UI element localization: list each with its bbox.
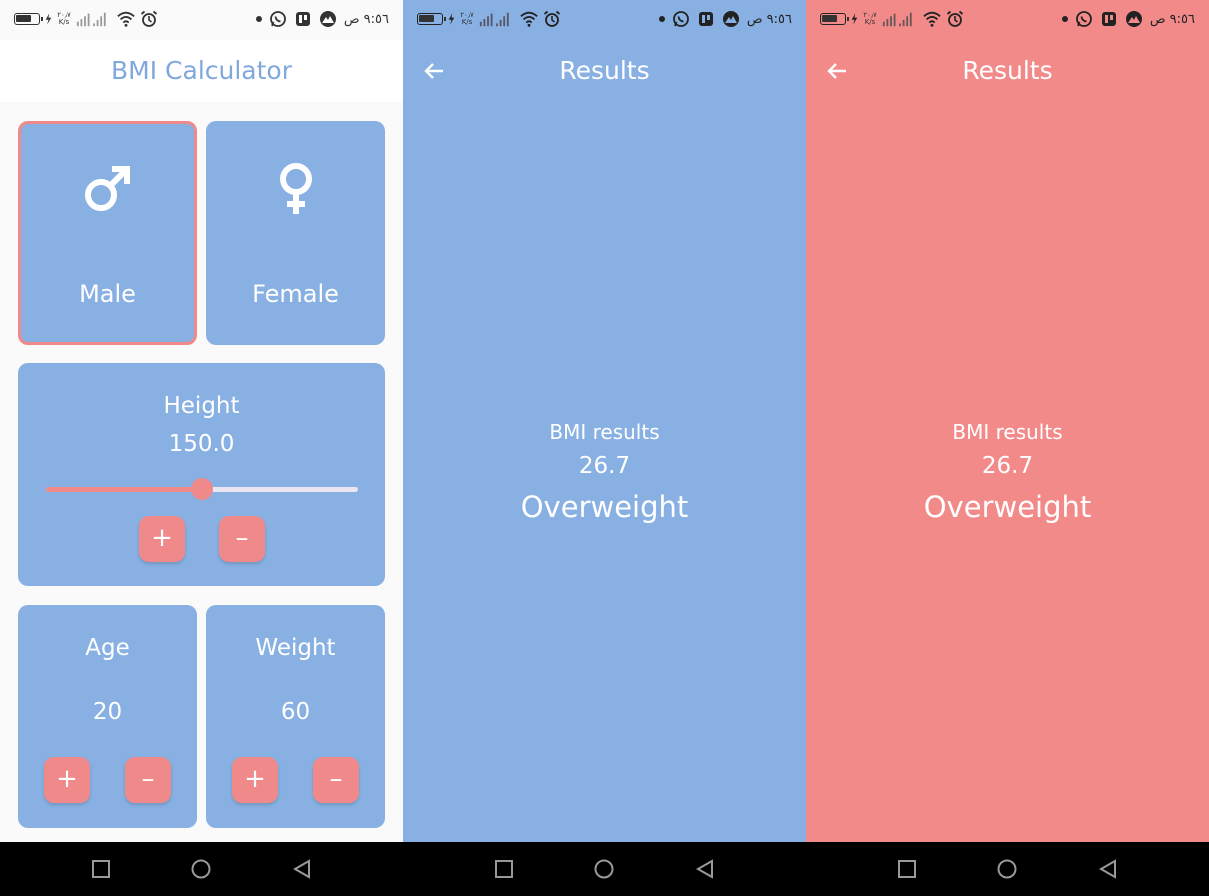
bmi-category: Overweight: [923, 490, 1092, 524]
weight-plus-button[interactable]: +: [232, 757, 278, 803]
charging-icon: [45, 13, 52, 25]
bmi-category: Overweight: [520, 490, 689, 524]
back-icon[interactable]: [292, 859, 312, 879]
back-icon[interactable]: [1098, 859, 1118, 879]
height-card: Height 150.0 + –: [18, 363, 385, 586]
female-label: Female: [252, 280, 339, 308]
status-time: ٩:٥٦ ص: [746, 11, 792, 27]
height-label: Height: [163, 393, 240, 419]
nav-bar: [403, 842, 806, 896]
mountain-app-icon: [722, 11, 739, 27]
whatsapp-icon: [269, 11, 286, 27]
whatsapp-icon: [672, 11, 689, 27]
bmi-results-label: BMI results: [549, 420, 660, 444]
age-value: 20: [92, 699, 123, 725]
height-slider-thumb[interactable]: [191, 478, 213, 500]
network-speed-unit: K/s: [864, 18, 876, 26]
app-notification-icon: [698, 12, 713, 26]
network-speed: ٢٠٫٧ K/s: [863, 12, 877, 26]
age-plus-button[interactable]: +: [44, 757, 90, 803]
network-speed: ٢٠٫٧ K/s: [57, 12, 71, 26]
mountain-app-icon: [1125, 11, 1142, 27]
calculator-screen: ٢٠٫٧ K/s ٩:٥٦ ص BMI Calculator Male Fema…: [0, 0, 403, 842]
battery-icon: [14, 13, 43, 25]
male-icon: [85, 166, 130, 211]
height-slider-fill: [46, 487, 202, 492]
page-title: BMI Calculator: [111, 56, 292, 85]
notification-dot-icon: [658, 16, 665, 22]
network-speed-unit: K/s: [58, 18, 70, 26]
battery-icon: [417, 13, 446, 25]
male-label: Male: [79, 280, 136, 308]
app-bar: Results: [806, 40, 1209, 102]
status-bar: ٢٠٫٧ K/s ٩:٥٦ ص: [403, 0, 806, 40]
age-card: Age 20 + –: [18, 605, 197, 828]
recents-icon[interactable]: [494, 859, 514, 879]
height-plus-button[interactable]: +: [139, 516, 185, 562]
weight-value: 60: [280, 699, 311, 725]
charging-icon: [448, 13, 455, 25]
page-title: Results: [559, 56, 650, 85]
bmi-value: 26.7: [981, 453, 1034, 479]
app-notification-icon: [1101, 12, 1116, 26]
wifi-icon: [923, 11, 941, 27]
status-left: ٢٠٫٧ K/s: [14, 10, 158, 28]
alarm-icon: [543, 10, 561, 27]
status-left: ٢٠٫٧ K/s: [417, 10, 561, 28]
mountain-app-icon: [319, 11, 336, 27]
wifi-icon: [117, 11, 135, 27]
age-minus-button[interactable]: –: [125, 757, 171, 803]
status-time: ٩:٥٦ ص: [343, 11, 389, 27]
bmi-value: 26.7: [578, 453, 631, 479]
male-card[interactable]: Male: [18, 121, 197, 345]
recents-icon[interactable]: [91, 859, 111, 879]
home-icon[interactable]: [997, 859, 1017, 879]
nav-bar: [0, 842, 403, 896]
weight-minus-button[interactable]: –: [313, 757, 359, 803]
height-slider[interactable]: [46, 478, 358, 500]
signal-icon: [479, 12, 509, 27]
signal-icon: [76, 12, 106, 27]
alarm-icon: [946, 10, 964, 27]
notification-dot-icon: [1061, 16, 1068, 22]
weight-card: Weight 60 + –: [206, 605, 385, 828]
nav-bar: [806, 842, 1209, 896]
results-screen-blue: ٢٠٫٧ K/s ٩:٥٦ ص Results BMI results 26.7 …: [403, 0, 806, 842]
alarm-icon: [140, 10, 158, 27]
app-bar: Results: [403, 40, 806, 102]
female-card[interactable]: Female: [206, 121, 385, 345]
height-minus-button[interactable]: –: [219, 516, 265, 562]
signal-icon: [882, 12, 912, 27]
status-left: ٢٠٫٧ K/s: [820, 10, 964, 28]
home-icon[interactable]: [191, 859, 211, 879]
status-right: ٩:٥٦ ص: [658, 10, 792, 28]
bmi-results-label: BMI results: [952, 420, 1063, 444]
status-right: ٩:٥٦ ص: [255, 10, 389, 28]
status-bar: ٢٠٫٧ K/s ٩:٥٦ ص: [0, 0, 403, 40]
network-speed-unit: K/s: [461, 18, 473, 26]
network-speed: ٢٠٫٧ K/s: [460, 12, 474, 26]
battery-icon: [820, 13, 849, 25]
page-title: Results: [962, 56, 1053, 85]
status-right: ٩:٥٦ ص: [1061, 10, 1195, 28]
female-icon: [279, 163, 312, 214]
back-icon[interactable]: [695, 859, 715, 879]
app-notification-icon: [295, 12, 310, 26]
status-bar: ٢٠٫٧ K/s ٩:٥٦ ص: [806, 0, 1209, 40]
recents-icon[interactable]: [897, 859, 917, 879]
results-screen-red: ٢٠٫٧ K/s ٩:٥٦ ص Results BMI results 26.7 …: [806, 0, 1209, 842]
app-bar: BMI Calculator: [0, 40, 403, 102]
status-time: ٩:٥٦ ص: [1149, 11, 1195, 27]
wifi-icon: [520, 11, 538, 27]
height-value: 150.0: [168, 431, 235, 457]
home-icon[interactable]: [594, 859, 614, 879]
notification-dot-icon: [255, 16, 262, 22]
charging-icon: [851, 13, 858, 25]
age-label: Age: [85, 635, 130, 661]
weight-label: Weight: [255, 635, 336, 661]
whatsapp-icon: [1075, 11, 1092, 27]
